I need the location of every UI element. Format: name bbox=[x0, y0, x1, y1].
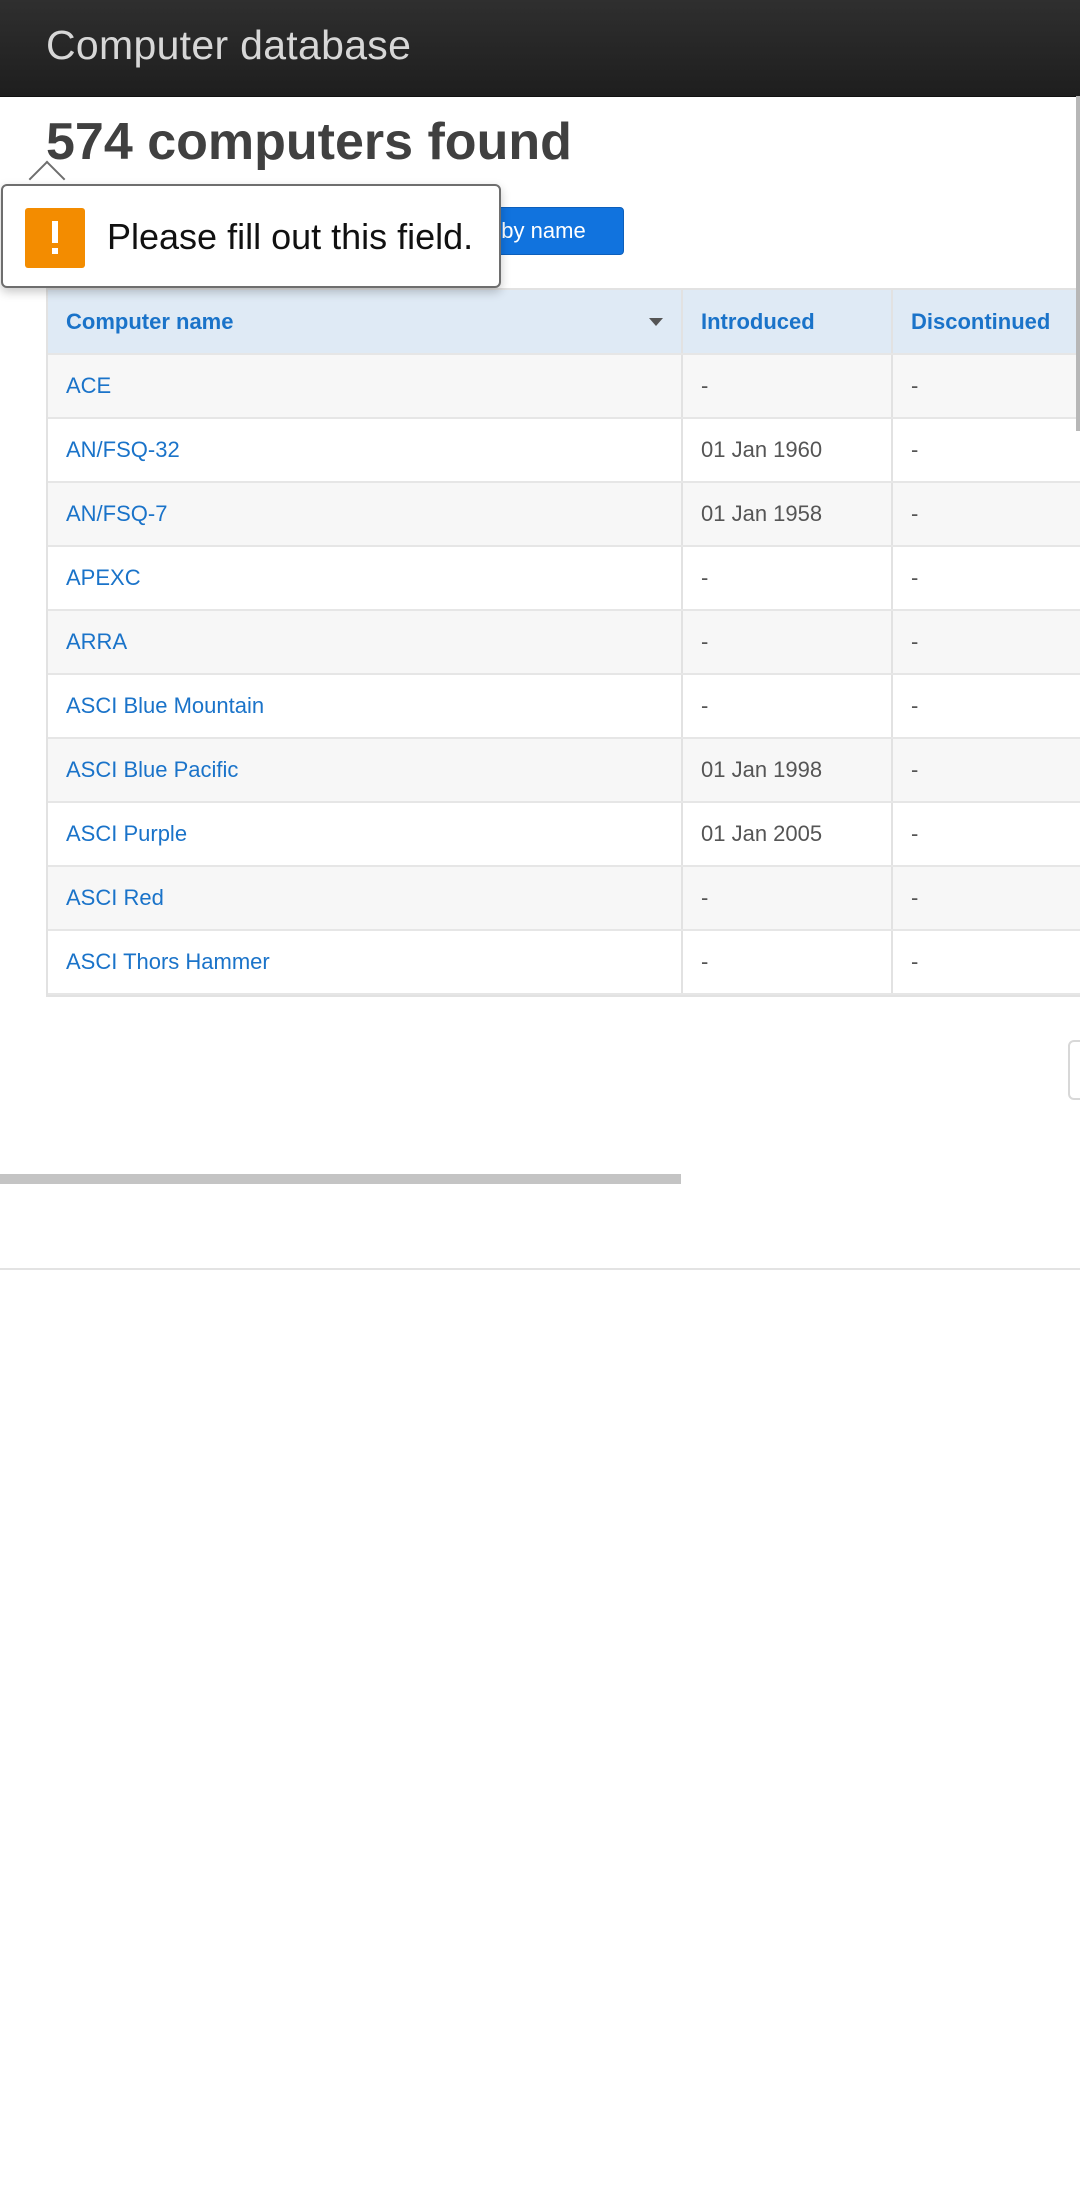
app-title[interactable]: Computer database bbox=[46, 22, 411, 69]
introduced-cell: 01 Jan 1998 bbox=[682, 738, 893, 803]
sort-descending-icon bbox=[649, 318, 663, 326]
computer-name-cell: ASCI Red bbox=[48, 866, 683, 931]
computer-link[interactable]: ARRA bbox=[66, 629, 127, 654]
introduced-cell: - bbox=[682, 610, 893, 675]
computer-name-cell: ASCI Blue Pacific bbox=[48, 738, 683, 803]
table-row: ASCI Red - - bbox=[48, 866, 1080, 931]
discontinued-cell: - bbox=[892, 866, 1080, 931]
introduced-cell: - bbox=[682, 674, 893, 739]
computer-name-cell: ASCI Thors Hammer bbox=[48, 930, 683, 995]
introduced-cell: - bbox=[682, 354, 893, 419]
computers-table: Computer name Introduced Discontinued AC… bbox=[46, 288, 1080, 997]
table-row: ACE - - bbox=[48, 354, 1080, 419]
column-header-computer-name[interactable]: Computer name bbox=[48, 290, 683, 355]
column-header-discontinued[interactable]: Discontinued bbox=[892, 290, 1080, 355]
computer-name-cell: AN/FSQ-7 bbox=[48, 482, 683, 547]
table-row: ASCI Thors Hammer - - bbox=[48, 930, 1080, 995]
top-navbar: Computer database bbox=[0, 0, 1080, 97]
computer-name-cell: AN/FSQ-32 bbox=[48, 418, 683, 483]
discontinued-cell: - bbox=[892, 354, 1080, 419]
computer-link[interactable]: ASCI Blue Pacific bbox=[66, 757, 238, 782]
discontinued-cell: - bbox=[892, 418, 1080, 483]
computer-link[interactable]: ASCI Blue Mountain bbox=[66, 693, 264, 718]
discontinued-cell: - bbox=[892, 930, 1080, 995]
table-row: ARRA - - bbox=[48, 610, 1080, 675]
table-row: ASCI Blue Mountain - - bbox=[48, 674, 1080, 739]
results-heading: 574 computers found bbox=[46, 113, 572, 171]
validation-tooltip: Please fill out this field. bbox=[1, 184, 501, 288]
introduced-cell: 01 Jan 1958 bbox=[682, 482, 893, 547]
discontinued-cell: - bbox=[892, 738, 1080, 803]
discontinued-cell: - bbox=[892, 482, 1080, 547]
introduced-cell: - bbox=[682, 930, 893, 995]
computer-name-cell: ACE bbox=[48, 354, 683, 419]
vertical-scrollbar[interactable] bbox=[1076, 96, 1080, 431]
table-row: ASCI Blue Pacific 01 Jan 1998 - bbox=[48, 738, 1080, 803]
computer-name-cell: ASCI Purple bbox=[48, 802, 683, 867]
discontinued-cell: - bbox=[892, 802, 1080, 867]
discontinued-cell: - bbox=[892, 546, 1080, 611]
horizontal-scrollbar[interactable] bbox=[0, 1174, 681, 1184]
table-row: ASCI Purple 01 Jan 2005 - bbox=[48, 802, 1080, 867]
discontinued-cell: - bbox=[892, 674, 1080, 739]
table-header-row: Computer name Introduced Discontinued bbox=[48, 290, 1080, 355]
computer-link[interactable]: ASCI Red bbox=[66, 885, 164, 910]
computer-link[interactable]: APEXC bbox=[66, 565, 141, 590]
discontinued-cell: - bbox=[892, 610, 1080, 675]
computer-name-cell: APEXC bbox=[48, 546, 683, 611]
introduced-cell: - bbox=[682, 546, 893, 611]
computer-name-cell: ASCI Blue Mountain bbox=[48, 674, 683, 739]
introduced-cell: 01 Jan 2005 bbox=[682, 802, 893, 867]
column-header-introduced[interactable]: Introduced bbox=[682, 290, 893, 355]
computer-name-cell: ARRA bbox=[48, 610, 683, 675]
computer-link[interactable]: ACE bbox=[66, 373, 111, 398]
warning-exclamation-icon bbox=[25, 208, 85, 268]
column-header-label: Computer name bbox=[66, 308, 234, 334]
pagination-control[interactable] bbox=[1068, 1040, 1080, 1100]
validation-message: Please fill out this field. bbox=[107, 216, 474, 257]
introduced-cell: - bbox=[682, 866, 893, 931]
computer-link[interactable]: AN/FSQ-7 bbox=[66, 501, 167, 526]
table-row: APEXC - - bbox=[48, 546, 1080, 611]
computer-link[interactable]: ASCI Thors Hammer bbox=[66, 949, 270, 974]
footer-divider bbox=[0, 1268, 1080, 1270]
computer-link[interactable]: ASCI Purple bbox=[66, 821, 187, 846]
table-row: AN/FSQ-32 01 Jan 1960 - bbox=[48, 418, 1080, 483]
computer-link[interactable]: AN/FSQ-32 bbox=[66, 437, 180, 462]
introduced-cell: 01 Jan 1960 bbox=[682, 418, 893, 483]
table-row: AN/FSQ-7 01 Jan 1958 - bbox=[48, 482, 1080, 547]
